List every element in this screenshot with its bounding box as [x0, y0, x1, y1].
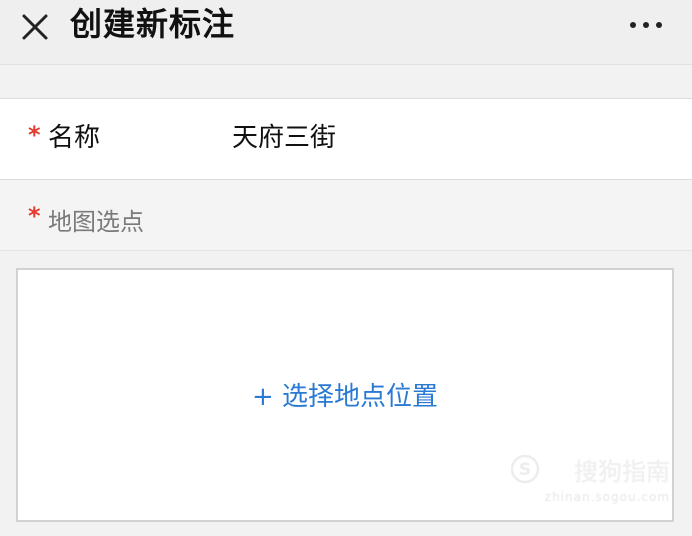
required-marker: * — [28, 121, 41, 149]
watermark: S 搜狗指南 zhinan.sogou.com — [510, 452, 670, 512]
map-select-row: * 地图选点 — [0, 180, 692, 251]
name-row: * 名称 — [0, 98, 692, 180]
choose-location-label: + 选择地点位置 — [251, 382, 439, 412]
title-bar: 创建新标注 — [0, 0, 692, 65]
watermark-url: zhinan.sogou.com — [544, 490, 670, 504]
required-marker: * — [28, 202, 41, 230]
sogou-logo-icon: S — [510, 454, 540, 484]
map-select-label: 地图选点 — [48, 208, 144, 236]
more-dots-icon[interactable] — [628, 20, 664, 30]
name-input[interactable] — [232, 120, 652, 150]
close-icon[interactable] — [18, 10, 52, 44]
watermark-text: 搜狗指南 — [574, 458, 670, 486]
section-spacer — [0, 65, 692, 98]
page-title: 创建新标注 — [70, 5, 236, 43]
name-label: 名称 — [48, 123, 101, 153]
svg-text:S: S — [519, 460, 531, 480]
